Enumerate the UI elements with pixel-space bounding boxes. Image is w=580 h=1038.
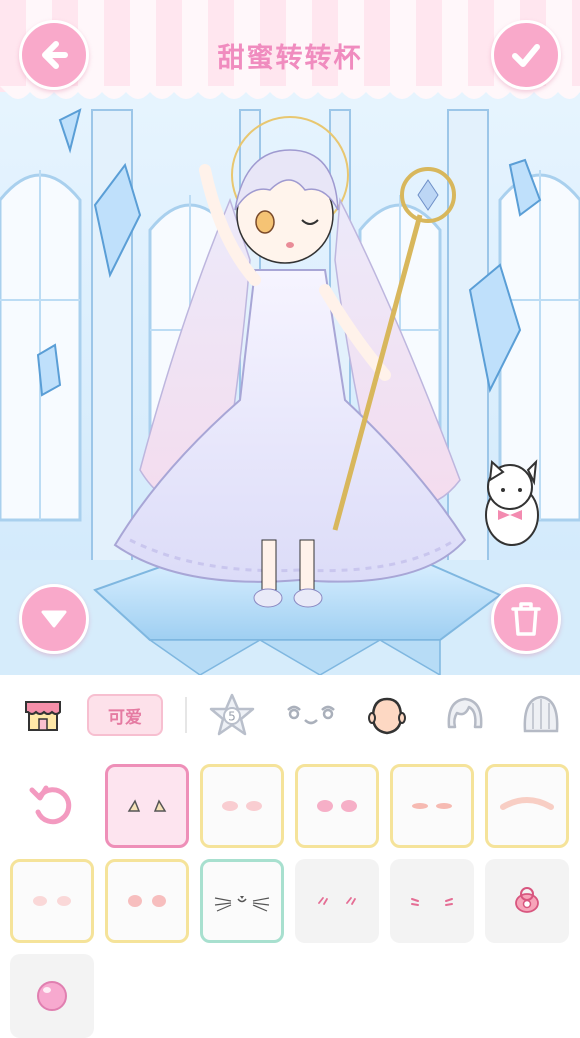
whiskers-icon <box>214 896 270 912</box>
grid-item-blush-rosy[interactable] <box>295 764 379 848</box>
category-tab-bar: 可爱 5 <box>0 675 580 755</box>
collapse-panel-button[interactable] <box>19 584 89 654</box>
triangle-down-icon <box>41 610 67 628</box>
tab-shop[interactable] <box>18 691 68 739</box>
reset-button[interactable] <box>10 764 94 848</box>
tab-cute[interactable]: 可爱 <box>87 694 163 736</box>
awning-scallop <box>0 86 580 99</box>
blush-lines-icon <box>412 803 452 809</box>
blush-round-icon <box>128 895 166 907</box>
tab-skin[interactable] <box>360 691 414 739</box>
grid-item-blush-soft-pink[interactable] <box>200 764 284 848</box>
tab-back-hair[interactable] <box>516 691 566 739</box>
grid-item-blush-pointed[interactable] <box>105 764 189 848</box>
tab-face-features[interactable] <box>283 691 339 739</box>
pink-bubble-icon <box>37 981 67 1011</box>
grid-item-blush-wide[interactable] <box>485 764 569 848</box>
back-button[interactable] <box>19 20 89 90</box>
grid-item-blush-marks-lines[interactable] <box>390 859 474 943</box>
grid-item-pink-bubble[interactable] <box>10 954 94 1038</box>
trash-icon <box>511 602 541 636</box>
pacifier-icon <box>515 887 539 913</box>
blush-wide-icon <box>500 797 554 810</box>
tab-stickers[interactable]: 5 <box>205 691 259 739</box>
grid-item-blush-lines[interactable] <box>390 764 474 848</box>
star-badge-icon: 5 <box>209 693 255 736</box>
grid-item-whiskers[interactable] <box>200 859 284 943</box>
sticker-badge-count: 5 <box>228 710 236 724</box>
trash-button[interactable] <box>491 584 561 654</box>
header: 甜蜜转转杯 <box>0 0 580 110</box>
grid-item-blush-round[interactable] <box>105 859 189 943</box>
checkmark-icon <box>512 44 540 67</box>
reset-icon <box>29 785 72 825</box>
grid-item-blush-light[interactable] <box>10 859 94 943</box>
hair-icon <box>447 697 483 729</box>
blush-pointed-icon <box>127 799 167 812</box>
grid-item-pacifier[interactable] <box>485 859 569 943</box>
blush-soft-icon <box>222 801 262 811</box>
tab-front-hair[interactable] <box>438 691 492 739</box>
arrow-left-icon <box>42 41 68 69</box>
grid-item-blush-marks-small[interactable] <box>295 859 379 943</box>
blush-marks-lines-icon <box>411 898 453 906</box>
item-grid <box>0 755 580 1038</box>
tab-divider <box>185 697 187 733</box>
blush-rosy-icon <box>317 800 357 812</box>
blush-marks-small-icon <box>318 897 356 905</box>
head-silhouette-icon <box>368 697 406 735</box>
shop-icon <box>25 701 61 731</box>
confirm-button[interactable] <box>491 20 561 90</box>
back-hair-icon <box>523 695 559 733</box>
face-features-icon <box>287 705 335 725</box>
blush-light-icon <box>33 896 71 906</box>
